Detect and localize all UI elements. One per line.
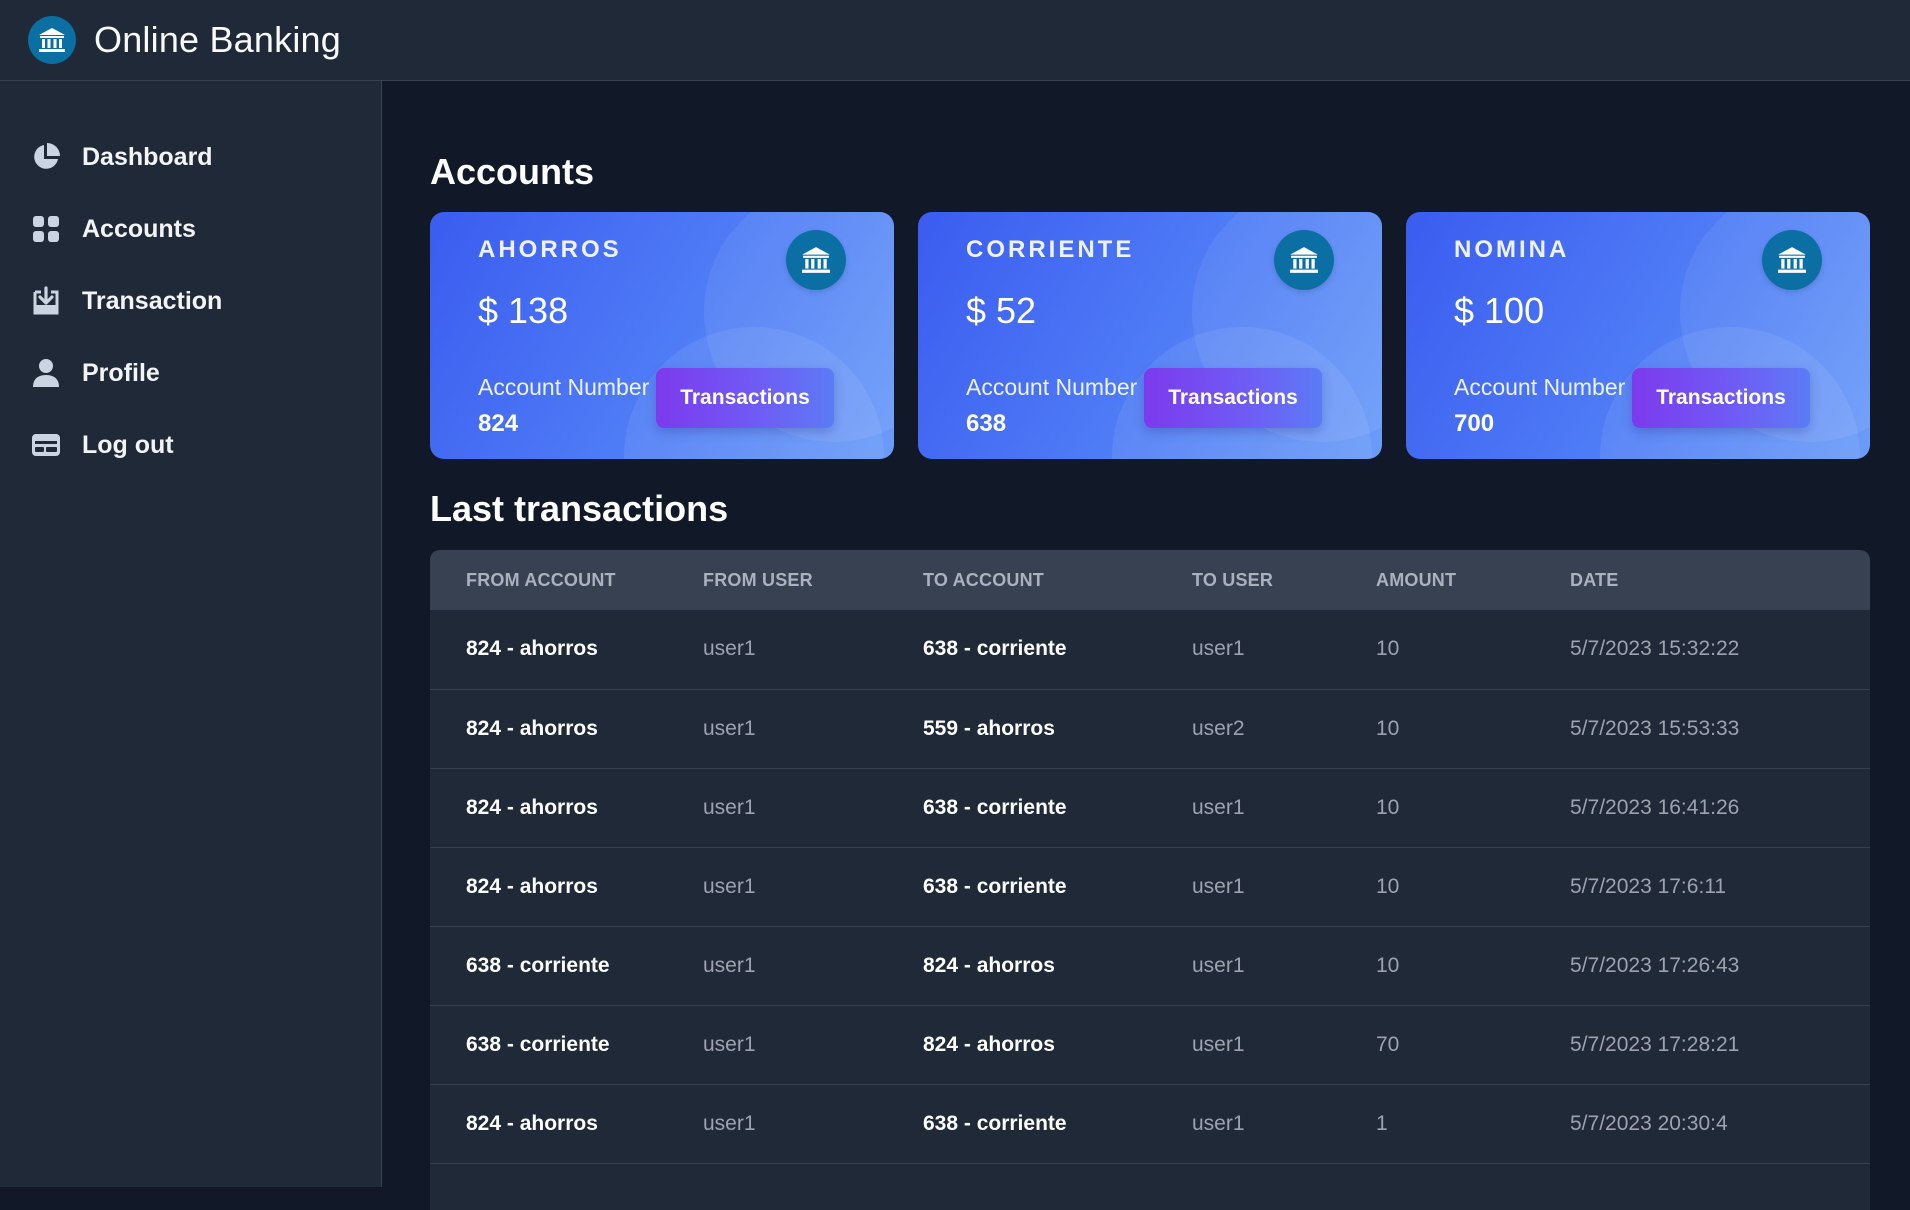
logout-card-icon: [30, 429, 62, 461]
main-content: Accounts AHORROS $ 138 Account Number 82…: [383, 81, 1910, 1210]
amount-cell: 10: [1376, 716, 1400, 740]
to-user-cell: user1: [1192, 1111, 1245, 1135]
account-card-nomina: NOMINA $ 100 Account Number 700 Transact…: [1406, 212, 1870, 459]
to-account-cell: 559 - ahorros: [923, 716, 1055, 740]
sidebar: Dashboard Accounts Transaction Profile L…: [0, 81, 382, 1187]
from-account-cell: 638 - corriente: [466, 1032, 610, 1056]
user-icon: [30, 357, 62, 389]
to-user-cell: user1: [1192, 1032, 1245, 1056]
to-user-cell: user2: [1192, 716, 1245, 740]
to-account-cell: 824 - ahorros: [923, 1032, 1055, 1056]
table-header-row: FROM ACCOUNT FROM USER TO ACCOUNT TO USE…: [430, 550, 1870, 610]
account-number-label: Account Number: [478, 374, 650, 400]
to-account-cell: 638 - corriente: [923, 637, 1067, 661]
sidebar-item-label: Accounts: [82, 214, 196, 243]
from-user-cell: user1: [703, 874, 756, 898]
from-user-cell: user1: [703, 637, 756, 661]
from-user-cell: user1: [703, 1111, 756, 1135]
to-account-cell: 638 - corriente: [923, 1111, 1067, 1135]
from-account-cell: 638 - corriente: [466, 953, 610, 977]
to-user-cell: user1: [1192, 795, 1245, 819]
to-account-cell: 824 - ahorros: [923, 953, 1055, 977]
sidebar-item-label: Log out: [82, 430, 174, 459]
from-user-cell: user1: [703, 953, 756, 977]
account-cards: AHORROS $ 138 Account Number 824 Transac…: [430, 212, 1870, 459]
date-cell: 5/7/2023 20:30:4: [1570, 1111, 1728, 1135]
table-row: 638 - corriente user1 824 - ahorros user…: [430, 926, 1870, 1005]
sidebar-item-label: Profile: [82, 358, 160, 387]
account-card-corriente: CORRIENTE $ 52 Account Number 638 Transa…: [918, 212, 1382, 459]
table-row: 824 - ahorros user1 638 - corriente user…: [430, 1084, 1870, 1163]
to-user-cell: user1: [1192, 953, 1245, 977]
from-account-cell: 824 - ahorros: [466, 795, 598, 819]
amount-cell: 10: [1376, 795, 1400, 819]
from-account-cell: 824 - ahorros: [466, 874, 598, 898]
amount-cell: 10: [1376, 637, 1400, 661]
top-bar: Online Banking: [0, 0, 1910, 81]
sidebar-item-profile[interactable]: Profile: [0, 337, 381, 409]
account-number-label: Account Number: [1454, 374, 1626, 400]
sidebar-item-dashboard[interactable]: Dashboard: [0, 121, 381, 193]
account-balance: $ 100: [1454, 290, 1545, 331]
from-user-cell: user1: [703, 716, 756, 740]
bank-icon: [1274, 230, 1334, 290]
transactions-button[interactable]: Transactions: [1144, 368, 1322, 428]
bank-icon: [28, 16, 76, 64]
to-user-cell: user1: [1192, 874, 1245, 898]
from-account-cell: 824 - ahorros: [466, 716, 598, 740]
transactions-title: Last transactions: [430, 488, 729, 529]
from-user-cell: user1: [703, 1032, 756, 1056]
table-row: 824 - ahorros user1 638 - corriente user…: [430, 768, 1870, 847]
account-balance: $ 138: [478, 290, 569, 331]
grid-icon: [30, 213, 62, 245]
column-header-date: DATE: [1570, 569, 1619, 590]
download-box-icon: [30, 285, 62, 317]
to-account-cell: 638 - corriente: [923, 874, 1067, 898]
table-row: 638 - corriente user1 824 - ahorros user…: [430, 1005, 1870, 1084]
from-account-cell: 824 - ahorros: [466, 1111, 598, 1135]
account-number: 824: [478, 410, 519, 437]
sidebar-item-transaction[interactable]: Transaction: [0, 265, 381, 337]
amount-cell: 70: [1376, 1032, 1400, 1056]
date-cell: 5/7/2023 15:53:33: [1570, 716, 1740, 740]
account-balance: $ 52: [966, 290, 1037, 331]
amount-cell: 10: [1376, 874, 1400, 898]
date-cell: 5/7/2023 17:28:21: [1570, 1032, 1740, 1056]
from-account-cell: 824 - ahorros: [466, 637, 598, 661]
transactions-button[interactable]: Transactions: [1632, 368, 1810, 428]
date-cell: 5/7/2023 15:32:22: [1570, 637, 1740, 661]
sidebar-item-label: Dashboard: [82, 142, 213, 171]
to-user-cell: user1: [1192, 637, 1245, 661]
table-row: 824 - ahorros user1 638 - corriente user…: [430, 610, 1870, 689]
table-row: 824 - ahorros user1 559 - ahorros user2 …: [430, 689, 1870, 768]
bank-icon: [1762, 230, 1822, 290]
accounts-title: Accounts: [430, 151, 595, 192]
account-card-ahorros: AHORROS $ 138 Account Number 824 Transac…: [430, 212, 894, 459]
date-cell: 5/7/2023 16:41:26: [1570, 795, 1740, 819]
sidebar-item-logout[interactable]: Log out: [0, 409, 381, 481]
account-number: 638: [966, 410, 1007, 437]
sidebar-item-accounts[interactable]: Accounts: [0, 193, 381, 265]
account-number: 700: [1454, 410, 1495, 437]
date-cell: 5/7/2023 17:6:11: [1570, 874, 1727, 898]
amount-cell: 10: [1376, 953, 1400, 977]
column-header-to-user: TO USER: [1192, 569, 1274, 590]
from-user-cell: user1: [703, 795, 756, 819]
transactions-table: FROM ACCOUNT FROM USER TO ACCOUNT TO USE…: [430, 550, 1870, 1210]
amount-cell: 1: [1376, 1111, 1388, 1135]
pie-chart-icon: [30, 141, 62, 173]
account-number-label: Account Number: [966, 374, 1138, 400]
column-header-to-account: TO ACCOUNT: [923, 569, 1044, 590]
column-header-from-account: FROM ACCOUNT: [466, 569, 616, 590]
to-account-cell: 638 - corriente: [923, 795, 1067, 819]
column-header-from-user: FROM USER: [703, 569, 813, 590]
column-header-amount: AMOUNT: [1376, 569, 1457, 590]
transactions-button[interactable]: Transactions: [656, 368, 834, 428]
table-row: 824 - ahorros user1 638 - corriente user…: [430, 847, 1870, 926]
bank-icon: [786, 230, 846, 290]
date-cell: 5/7/2023 17:26:43: [1570, 953, 1740, 977]
sidebar-item-label: Transaction: [82, 286, 223, 315]
app-title: Online Banking: [94, 19, 341, 60]
